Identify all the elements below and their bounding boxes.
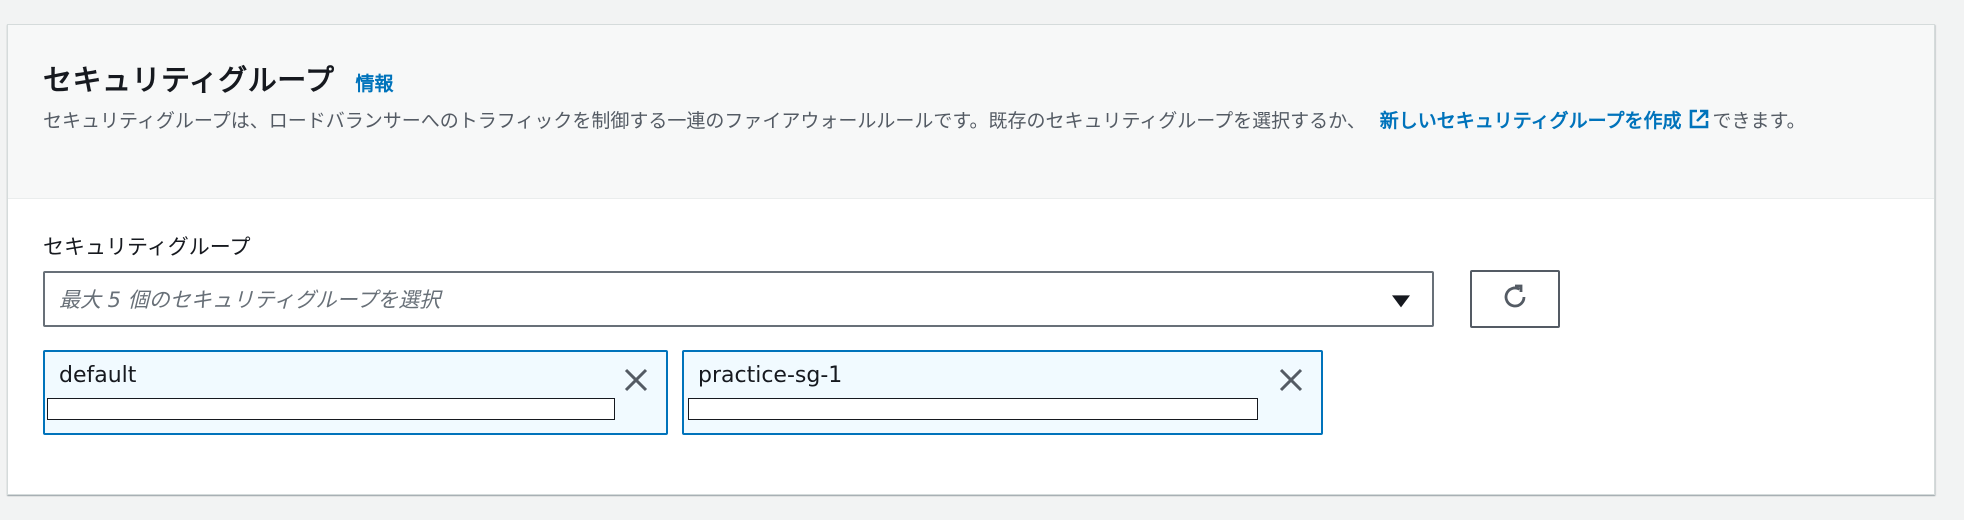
panel-header: セキュリティグループ 情報 セキュリティグループは、ロードバランサーへのトラフィ… — [8, 25, 1934, 199]
caret-down-icon — [1392, 295, 1410, 308]
refresh-button[interactable] — [1470, 270, 1560, 328]
token-label: practice-sg-1 — [698, 363, 843, 388]
description-text: セキュリティグループは、ロードバランサーへのトラフィックを制御する一連のファイア… — [43, 110, 1366, 132]
panel-description: セキュリティグループは、ロードバランサーへのトラフィックを制御する一連のファイア… — [43, 107, 1863, 136]
description-suffix: できます。 — [1712, 110, 1806, 132]
security-group-select[interactable]: 最大 5 個のセキュリティグループを選択 — [43, 271, 1434, 327]
token-default: default — [43, 350, 668, 435]
security-group-panel: セキュリティグループ 情報 セキュリティグループは、ロードバランサーへのトラフィ… — [7, 24, 1935, 495]
close-icon[interactable] — [1277, 366, 1305, 394]
panel-title: セキュリティグループ — [43, 63, 335, 97]
refresh-icon — [1500, 282, 1530, 316]
token-practice-sg-1: practice-sg-1 — [682, 350, 1323, 435]
select-placeholder: 最大 5 個のセキュリティグループを選択 — [59, 288, 441, 312]
info-link[interactable]: 情報 — [356, 69, 394, 96]
selected-tokens: default practice-sg-1 — [43, 350, 1899, 435]
external-link-icon[interactable] — [1688, 108, 1710, 130]
token-description-box — [47, 398, 615, 420]
panel-body: セキュリティグループ 最大 5 個のセキュリティグループを選択 default — [8, 199, 1934, 435]
select-row: 最大 5 個のセキュリティグループを選択 — [43, 270, 1899, 328]
create-security-group-link[interactable]: 新しいセキュリティグループを作成 — [1380, 110, 1682, 132]
close-icon[interactable] — [622, 366, 650, 394]
field-label: セキュリティグループ — [43, 235, 251, 259]
token-label: default — [59, 363, 137, 388]
token-description-box — [688, 398, 1258, 420]
title-row: セキュリティグループ 情報 — [43, 57, 1899, 99]
